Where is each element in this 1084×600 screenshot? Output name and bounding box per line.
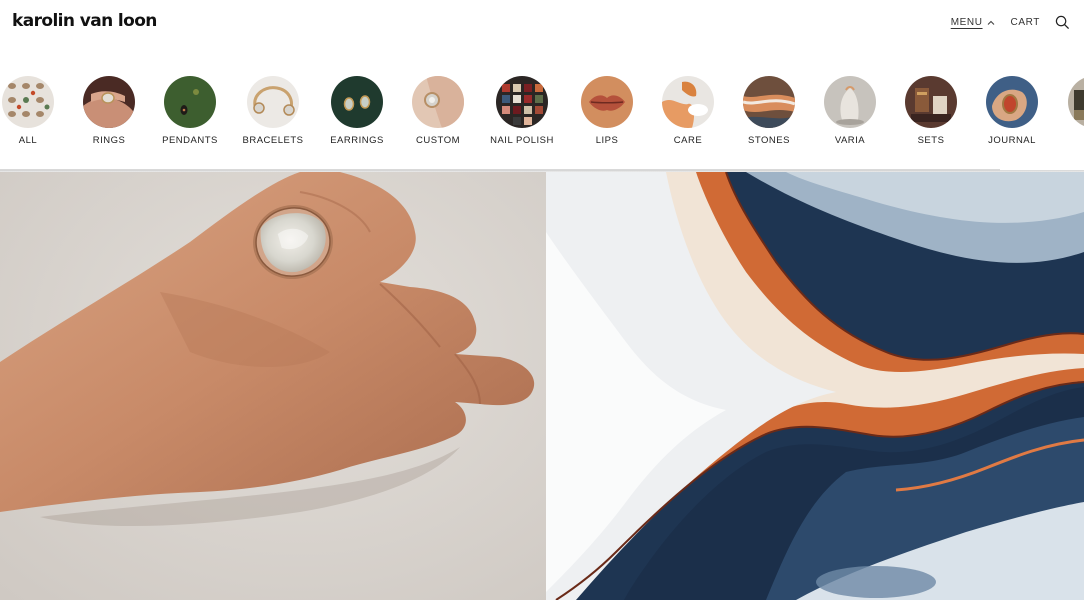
- assorted-jewelry-thumbnail: [2, 76, 54, 128]
- sets-thumbnail: [905, 76, 957, 128]
- hero-image-hand-ring[interactable]: [0, 172, 546, 600]
- earrings-thumbnail: [331, 76, 383, 128]
- category-label: NAIL POLISH: [490, 135, 554, 146]
- category-label: VARIA: [834, 135, 866, 146]
- cart-button[interactable]: CART: [1011, 17, 1040, 28]
- category-stones[interactable]: STONES: [729, 72, 809, 146]
- category-rings[interactable]: RINGS: [69, 72, 149, 146]
- category-label: ALL: [18, 135, 38, 146]
- category-label: SETS: [917, 135, 945, 146]
- category-sets[interactable]: SETS: [891, 72, 971, 146]
- pendant-thumbnail: [164, 76, 216, 128]
- category-label: CUSTOM: [416, 135, 460, 146]
- category-earrings[interactable]: EARRINGS: [317, 72, 397, 146]
- category-label: LIPS: [595, 135, 619, 146]
- category-label: CARE: [673, 135, 703, 146]
- category-journal[interactable]: JOURNAL: [972, 72, 1052, 146]
- partial-thumbnail: [1068, 76, 1084, 128]
- category-label: EARRINGS: [330, 135, 384, 146]
- site-header: karolin van loon MENU CART: [0, 0, 1084, 46]
- category-strip: ALL RINGS PENDANTS BRACELETS EARRINGS CU…: [0, 72, 1084, 168]
- nail-polish-thumbnail: [496, 76, 548, 128]
- category-bracelets[interactable]: BRACELETS: [233, 72, 313, 146]
- category-care[interactable]: CARE: [648, 72, 728, 146]
- category-label: JOURNAL: [988, 135, 1036, 146]
- stones-thumbnail: [743, 76, 795, 128]
- category-label: A: [1054, 135, 1084, 146]
- journal-thumbnail: [986, 76, 1038, 128]
- chevron-up-icon[interactable]: [986, 18, 996, 28]
- category-label: BRACELETS: [242, 135, 304, 146]
- category-lips[interactable]: LIPS: [567, 72, 647, 146]
- ring-on-hand-thumbnail: [83, 76, 135, 128]
- care-thumbnail: [662, 76, 714, 128]
- category-all[interactable]: ALL: [0, 72, 68, 146]
- category-label: STONES: [748, 135, 790, 146]
- category-varia[interactable]: VARIA: [810, 72, 890, 146]
- search-icon[interactable]: [1055, 15, 1070, 30]
- hero-image-agate[interactable]: [546, 172, 1084, 600]
- lips-thumbnail: [581, 76, 633, 128]
- bracelet-thumbnail: [247, 76, 299, 128]
- menu-button[interactable]: MENU: [951, 17, 983, 28]
- varia-thumbnail: [824, 76, 876, 128]
- category-nail-polish[interactable]: NAIL POLISH: [482, 72, 562, 146]
- category-pendants[interactable]: PENDANTS: [150, 72, 230, 146]
- header-nav: MENU CART: [951, 15, 1070, 30]
- site-logo[interactable]: karolin van loon: [12, 11, 157, 31]
- custom-ring-thumbnail: [412, 76, 464, 128]
- category-label: RINGS: [92, 135, 126, 146]
- category-label: PENDANTS: [162, 135, 218, 146]
- category-custom[interactable]: CUSTOM: [398, 72, 478, 146]
- category-partial[interactable]: A: [1054, 72, 1084, 146]
